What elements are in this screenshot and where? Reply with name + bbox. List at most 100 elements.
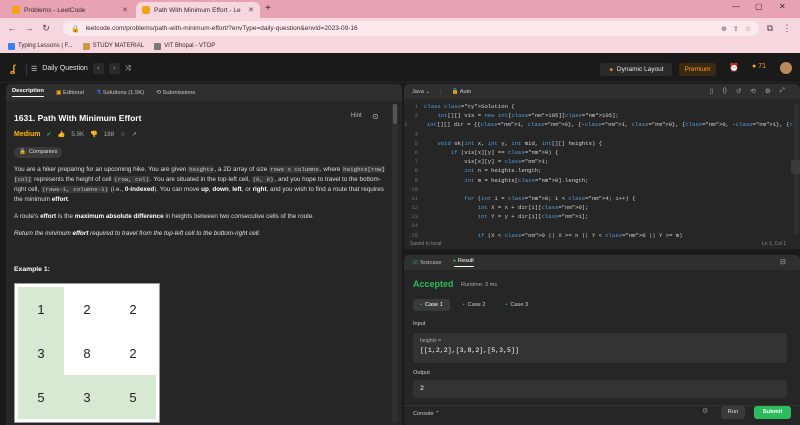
side-panel-handle[interactable] — [791, 160, 800, 174]
streak-value: 71 — [758, 63, 767, 70]
scrollbar-thumb[interactable] — [393, 104, 397, 124]
fullscreen-icon[interactable]: ⤢ — [780, 87, 785, 95]
url-field[interactable]: 🔒 leetcode.com/problems/path-with-minimu… — [63, 21, 759, 36]
text: , where — [319, 166, 343, 173]
tab-testcase[interactable]: ☑ Testcase — [413, 260, 442, 266]
grid-cell: 2 — [129, 301, 137, 317]
retry-icon[interactable]: ⟲ — [750, 87, 755, 95]
italic-text: Return — [14, 230, 35, 237]
problem-list-icon[interactable]: ☰ — [31, 65, 37, 73]
scrollbar-track[interactable] — [392, 104, 398, 422]
minimize-icon[interactable]: — — [732, 2, 740, 11]
close-tab-icon[interactable]: ✕ — [122, 6, 128, 14]
daily-question-label[interactable]: Daily Question — [42, 65, 88, 72]
code-line[interactable]: 10 — [404, 186, 800, 195]
dynamic-layout-button[interactable]: ✦ Dynamic Layout — [600, 63, 672, 76]
avatar[interactable] — [780, 62, 792, 74]
bookmark-star-icon[interactable]: ☆ — [745, 25, 751, 33]
line-number: 5 — [414, 139, 418, 147]
case-tab-1[interactable]: • Case 1 — [413, 299, 450, 311]
run-button[interactable]: Run — [721, 406, 745, 419]
streak-counter[interactable]: ● 71 — [752, 63, 766, 70]
code-text: int Y = y + dir[i][class="nm">1]; — [477, 213, 589, 221]
text: A route's — [14, 213, 41, 220]
code-line[interactable]: 2 int[][] vis = new int[class="nm">105][… — [404, 112, 800, 121]
forward-icon[interactable]: → — [23, 22, 35, 34]
prev-problem-icon[interactable]: ‹ — [92, 63, 104, 74]
back-icon[interactable]: ← — [6, 22, 18, 34]
premium-button[interactable]: Premium — [679, 63, 716, 76]
tab-solutions[interactable]: ⚗ Solutions (1.5K) — [96, 90, 144, 96]
alarm-icon[interactable]: ⏰ — [729, 63, 739, 72]
bold-text: down — [212, 186, 229, 193]
settings-icon[interactable]: ⚙ — [765, 87, 771, 95]
next-problem-icon[interactable]: › — [108, 63, 120, 74]
settings-icon[interactable]: ⚙ — [702, 407, 708, 415]
code-line[interactable]: 7 vis[x][y] = class="nm">1; — [404, 158, 800, 167]
text: represents the height of cell — [32, 176, 114, 183]
code-line[interactable]: 4 — [404, 131, 800, 140]
share-icon[interactable]: ⇪ — [733, 25, 739, 33]
code-line[interactable]: 12 int X = x + dir[i][class="nm">0]; — [404, 204, 800, 213]
console-toggle[interactable]: Console ⌃ — [413, 411, 440, 417]
code-line[interactable]: 15 if (X < class="nm">0 || X >= n || Y <… — [404, 232, 800, 241]
bookmark-label: Typing Lessons | F... — [18, 43, 73, 49]
tab-result[interactable]: ▸ Result — [453, 258, 474, 267]
code-line[interactable]: 11 for (int i = class="nm">0; i < class=… — [404, 195, 800, 204]
tab-description[interactable]: Description — [12, 88, 44, 97]
extensions-icon[interactable]: ⧉ — [764, 22, 776, 34]
braces-icon[interactable]: {} — [723, 87, 727, 95]
new-tab-button[interactable]: + — [262, 3, 274, 15]
star-icon[interactable]: ☆ — [120, 131, 126, 138]
bookmark-typing[interactable]: Typing Lessons | F... — [8, 42, 73, 50]
line-number: 15 — [411, 231, 418, 239]
code-line[interactable]: 1 class class="ty">Solution { — [404, 103, 800, 112]
code-line[interactable]: 9 int m = heights[class="nm">0].length; — [404, 177, 800, 186]
inline-code: heights — [188, 166, 215, 173]
browser-tab-problems[interactable]: Problems - LeetCode ✕ — [6, 2, 134, 18]
code-area[interactable]: 1 class class="ty">Solution {2 int[][] vi… — [404, 103, 800, 241]
reset-icon[interactable]: ↺ — [736, 87, 741, 95]
code-line[interactable]: 6 if (vis[x][y] == class="nm">0) { — [404, 149, 800, 158]
code-line[interactable]: 3 int[][] dir = {{class="nm">1, class="n… — [404, 121, 800, 130]
share-icon[interactable]: ↗ — [132, 131, 137, 138]
close-tab-icon[interactable]: ✕ — [248, 6, 254, 14]
language-select[interactable]: Java ⌄ — [412, 89, 430, 95]
case-tab-2[interactable]: • Case 2 — [456, 299, 493, 311]
submit-button[interactable]: Submit — [754, 406, 791, 419]
code-text: int n = heights.length; — [464, 167, 542, 175]
like-icon[interactable]: 👍 — [58, 130, 66, 138]
code-line[interactable]: 5 void ok(int x, int y, int mid, int[][]… — [404, 140, 800, 149]
case-tab-3[interactable]: • Case 3 — [498, 299, 535, 311]
dislike-icon[interactable]: 👎 — [90, 130, 98, 138]
code-line[interactable]: 8 int n = heights.length; — [404, 167, 800, 176]
inline-code: (0, 0) — [251, 176, 275, 183]
browser-menu-icon[interactable]: ⋮ — [781, 22, 793, 34]
reload-icon[interactable]: ↻ — [40, 22, 52, 34]
code-line[interactable]: 13 int Y = y + dir[i][class="nm">1]; — [404, 213, 800, 222]
line-number: 13 — [411, 213, 418, 221]
mode-toggle[interactable]: 🔒 Auto — [452, 89, 472, 95]
divider: | — [440, 88, 442, 95]
bookmark-vtop[interactable]: VIT Bhopal - VTOP — [154, 42, 215, 50]
companies-tag[interactable]: 🔒 Companies — [14, 147, 63, 158]
tab-editorial[interactable]: ▣ Editorial — [56, 90, 84, 96]
tab-submissions[interactable]: ⟲ Submissions — [156, 90, 195, 96]
timer-icon[interactable]: ⊙ — [372, 112, 379, 121]
description-paragraph: You are a hiker preparing for an upcomin… — [14, 165, 392, 205]
leetcode-logo-icon[interactable]: ʆ — [10, 64, 20, 76]
browser-tab-active[interactable]: Path With Minimum Effort - Le ✕ — [136, 2, 260, 18]
bookmark-study[interactable]: STUDY MATERIAL — [82, 42, 144, 50]
bookmark-icon[interactable]: ▯ — [710, 87, 714, 95]
bold-text: effort — [72, 230, 89, 237]
code-line[interactable]: 14 — [404, 222, 800, 231]
zoom-icon[interactable]: ⊕ — [721, 25, 727, 33]
line-number: 9 — [414, 176, 418, 184]
inline-code: rows x columns — [269, 166, 320, 173]
shuffle-icon[interactable]: ⤨ — [125, 65, 131, 73]
maximize-icon[interactable]: ▢ — [755, 2, 763, 11]
bold-text: effort — [40, 213, 57, 220]
hint-button[interactable]: Hint — [351, 113, 362, 119]
close-window-icon[interactable]: ✕ — [779, 2, 786, 11]
collapse-icon[interactable]: ⊟ — [780, 258, 786, 266]
